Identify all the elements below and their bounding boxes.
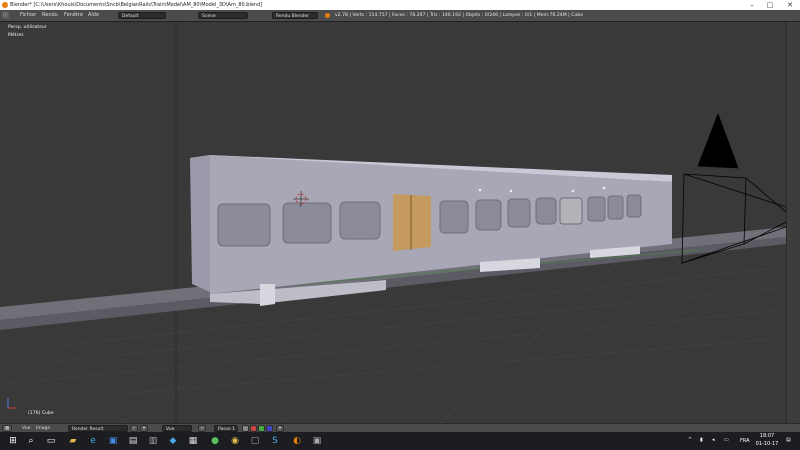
battery-icon[interactable]: ▭: [724, 437, 729, 443]
window-7: [535, 197, 557, 225]
app-icon[interactable]: ▤: [126, 434, 140, 448]
minimize-icon[interactable]: –: [744, 0, 760, 10]
blender-logo-icon: [325, 13, 330, 18]
roof-light: [571, 189, 575, 193]
window-8: [559, 197, 583, 225]
blue-channel-icon[interactable]: [266, 425, 273, 432]
window-5: [475, 199, 502, 231]
windows-start-icon[interactable]: ⊞: [6, 434, 20, 448]
app-icon[interactable]: ▦: [186, 434, 200, 448]
app-icon[interactable]: ▣: [310, 434, 324, 448]
scene-stats: v2.78 | Verts : 114.757 | Faces : 78.297…: [335, 13, 584, 18]
info-header: ⓘ Fichier Rendu Fenêtre Aide Default Sce…: [0, 10, 800, 22]
clock-time[interactable]: 18:07: [758, 433, 776, 439]
image-name-field[interactable]: Render Result: [68, 425, 128, 432]
render-slot-icon[interactable]: ▾: [276, 425, 284, 432]
taskbar: ⊞ ⌕ ▭ ▰ e ▣ ▤ ▥ ◆ ▦ ● ◉ ▢ S ◐ ▣ ^ ▮ ◂ ▭ …: [0, 432, 800, 450]
tray-chevron-icon[interactable]: ^: [688, 437, 692, 443]
maximize-icon[interactable]: □: [762, 0, 778, 10]
menu-file[interactable]: Fichier: [20, 10, 36, 21]
chrome-icon[interactable]: ◉: [228, 434, 242, 448]
window-10: [607, 195, 624, 220]
language-indicator[interactable]: FRA: [740, 438, 750, 444]
roof-light: [509, 189, 513, 193]
editor-type-icon[interactable]: ▦: [2, 425, 12, 432]
menu-help[interactable]: Aide: [88, 10, 99, 21]
scene-field[interactable]: Scene: [198, 12, 248, 19]
clock-date[interactable]: 01-10-17: [755, 441, 779, 447]
window-2: [282, 202, 332, 244]
carriage-end: [190, 155, 210, 292]
window-title: Blender* [C:\Users\Khouis\Documents\Sncb…: [10, 2, 263, 8]
bogie-1: [260, 284, 275, 306]
network-icon[interactable]: ▮: [700, 437, 703, 443]
app-icon[interactable]: ◆: [166, 434, 180, 448]
door-panel: [393, 194, 431, 251]
edge-icon[interactable]: e: [86, 434, 100, 448]
window-titlebar: Blender* [C:\Users\Khouis\Documents\Sncb…: [0, 0, 800, 10]
search-icon[interactable]: ⌕: [24, 434, 38, 448]
frame-field[interactable]: Passe 1: [214, 425, 238, 432]
right-scroll-strip[interactable]: [786, 22, 800, 423]
window-11: [626, 194, 642, 218]
active-object-label: (176) Cube: [28, 411, 54, 416]
3d-viewport[interactable]: Persp. utilisateur Mètres (176) Cube: [0, 22, 786, 423]
screen-layout-field[interactable]: Default: [118, 12, 166, 19]
skype-icon[interactable]: S: [268, 434, 282, 448]
menu-render[interactable]: Rendu: [42, 10, 58, 21]
menu-window[interactable]: Fenêtre: [64, 10, 83, 21]
red-channel-icon[interactable]: [250, 425, 257, 432]
train-carriage[interactable]: [190, 155, 672, 306]
volume-icon[interactable]: ◂: [712, 437, 715, 443]
window-1: [217, 203, 271, 247]
close-icon[interactable]: ✕: [782, 0, 798, 10]
notifications-icon[interactable]: ▤: [786, 437, 791, 443]
app-icon[interactable]: ●: [208, 434, 222, 448]
window-3: [339, 201, 381, 240]
render-engine-select[interactable]: Rendu Blender: [272, 12, 318, 19]
roof-light: [602, 186, 606, 190]
roof-light: [478, 188, 482, 192]
green-channel-icon[interactable]: [258, 425, 265, 432]
blender-taskbar-icon[interactable]: ◐: [290, 434, 304, 448]
file-explorer-icon[interactable]: ▰: [66, 434, 80, 448]
zoom-icon[interactable]: ⌕: [198, 425, 206, 432]
window-9: [587, 196, 606, 222]
editor-type-icon[interactable]: ⓘ: [2, 12, 9, 19]
blender-logo-icon: [2, 2, 8, 8]
task-view-icon[interactable]: ▭: [44, 434, 58, 448]
units-label: Mètres: [8, 33, 24, 38]
view-select[interactable]: Vue: [162, 425, 192, 432]
view-name-label: Persp. utilisateur: [8, 25, 47, 30]
channel-icon[interactable]: [242, 425, 249, 432]
app-icon[interactable]: ▥: [146, 434, 160, 448]
app-icon[interactable]: ▢: [248, 434, 262, 448]
scene-canvas[interactable]: [0, 22, 786, 423]
window-6: [507, 198, 531, 228]
pin-icon[interactable]: ✓: [130, 425, 138, 432]
app-icon[interactable]: ▣: [106, 434, 120, 448]
slot-icon[interactable]: ▾: [140, 425, 148, 432]
window-4: [439, 200, 469, 234]
